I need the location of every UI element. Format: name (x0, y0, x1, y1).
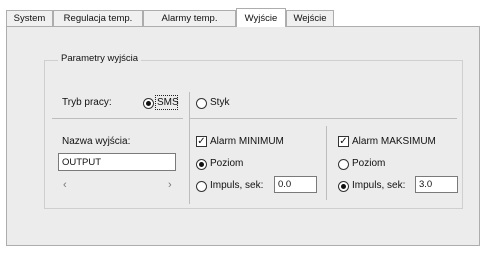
alarm-min-pulse-field[interactable]: 0.0 (274, 176, 317, 193)
tab-wyjscie[interactable]: Wyjście (236, 8, 286, 27)
tab-label: System (13, 13, 46, 24)
mode-styk-radio[interactable] (196, 98, 207, 109)
tab-label: Alarmy temp. (161, 13, 218, 24)
alarm-max-level-radio[interactable] (338, 159, 349, 170)
scroll-left-icon[interactable]: ‹ (63, 179, 67, 191)
output-name-value: OUTPUT (62, 156, 102, 168)
output-name-label: Nazwa wyjścia: (62, 136, 131, 147)
tab-label: Regulacja temp. (63, 13, 133, 24)
tab-bar: System Regulacja temp. Alarmy temp. Wyjś… (6, 8, 484, 27)
alarm-max-checkbox[interactable]: ✓ (338, 136, 349, 147)
alarm-max-label[interactable]: Alarm MAKSIMUM (352, 136, 436, 147)
tab-wejscie[interactable]: Wejście (286, 10, 334, 26)
alarm-max-level-label[interactable]: Poziom (352, 158, 385, 169)
alarm-min-level-radio[interactable] (196, 159, 207, 170)
alarm-min-pulse-label[interactable]: Impuls, sek: (210, 180, 263, 191)
alarm-min-label[interactable]: Alarm MINIMUM (210, 136, 284, 147)
group-title: Parametry wyjścia (58, 53, 142, 64)
mode-sms-radio[interactable] (143, 98, 154, 109)
alarm-max-pulse-field[interactable]: 3.0 (415, 176, 458, 193)
tab-alarmy-temp[interactable]: Alarmy temp. (143, 10, 236, 26)
scroll-right-icon[interactable]: › (168, 179, 172, 191)
alarm-min-pulse-value: 0.0 (278, 179, 292, 190)
tab-system[interactable]: System (6, 10, 53, 26)
output-name-field[interactable]: OUTPUT (58, 153, 176, 171)
mode-styk-label[interactable]: Styk (210, 97, 229, 108)
alarm-min-level-label[interactable]: Poziom (210, 158, 243, 169)
alarm-min-checkbox[interactable]: ✓ (196, 136, 207, 147)
alarm-max-pulse-radio[interactable] (338, 181, 349, 192)
mode-sms-label[interactable]: SMS (157, 97, 179, 108)
alarm-divider (326, 126, 327, 200)
alarm-min-pulse-radio[interactable] (196, 181, 207, 192)
column-divider (189, 92, 190, 204)
row-divider-right (189, 118, 457, 119)
tab-label: Wejście (293, 13, 327, 24)
tab-regulacja-temp[interactable]: Regulacja temp. (53, 10, 143, 26)
row-divider-left (52, 118, 183, 119)
alarm-max-pulse-value: 3.0 (419, 179, 433, 190)
alarm-max-pulse-label[interactable]: Impuls, sek: (352, 180, 405, 191)
mode-label: Tryb pracy: (62, 97, 112, 108)
tab-label: Wyjście (244, 12, 278, 24)
